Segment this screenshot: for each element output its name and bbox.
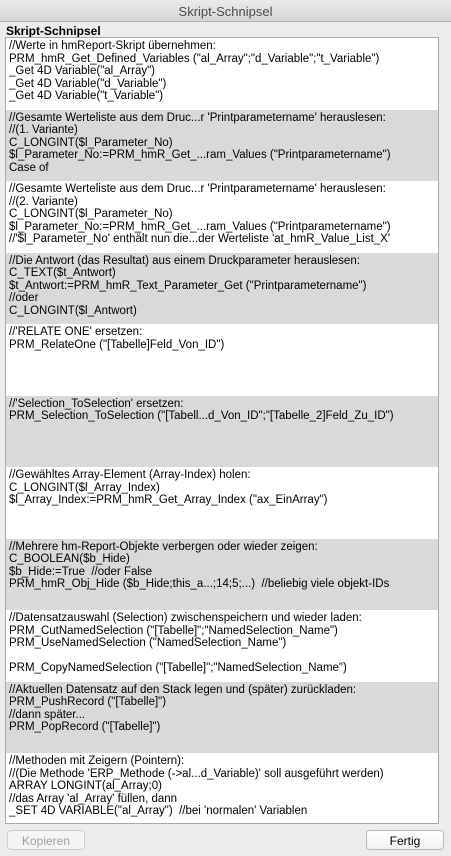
snippet-line (9, 734, 438, 747)
snippet-line (9, 376, 438, 389)
snippet-line: PRM_RelateOne ("[Tabelle]Feld_Von_ID") (9, 338, 225, 351)
snippet-line: Case of (9, 161, 49, 174)
snippet-line: //Die Antwort (das Resultat) aus einem D… (9, 254, 360, 267)
snippet-line: _Get 4D Variable("t_Variable") (9, 90, 164, 102)
snippet-row[interactable]: //Aktuellen Datensatz auf den Stack lege… (6, 681, 438, 753)
snippet-row[interactable]: //Gesamte Werteliste aus dem Druc...r 'P… (6, 181, 438, 253)
snippet-line: _Get 4D Variable("al_Array") (9, 65, 156, 77)
snippet-line (9, 423, 438, 436)
snippet-line: PRM_hmR_Get_Defined_Variables ("al_Array… (9, 52, 380, 65)
snippet-row[interactable]: //Gesamte Werteliste aus dem Druc...r 'P… (6, 109, 438, 181)
snippet-line: //Gewähltes Array-Element (Array-Index) … (9, 469, 251, 481)
snippet-line: $l_Array_Index:=PRM_hmR_Get_Array_Index … (9, 494, 328, 506)
snippet-line: C_TEXT($t_Antwort) (9, 267, 116, 279)
snippet-line: $b_Hide:=True //oder False (9, 565, 153, 578)
snippet-line: ARRAY LONGINT(al_Array;0) (9, 780, 162, 792)
snippet-line: PRM_PushRecord ("[Tabelle]") (9, 696, 167, 708)
snippet-line: //Gesamte Werteliste aus dem Druc...r 'P… (9, 183, 386, 195)
snippet-line: //dann später... (9, 708, 86, 721)
snippet-line: //das Array 'al_Array' füllen, dann (9, 792, 178, 805)
snippet-line: PRM_CopyNamedSelection ("[Tabelle]";"Nam… (9, 662, 347, 674)
snippet-line (9, 364, 438, 377)
scrollbar[interactable] (432, 38, 438, 823)
snippet-line: PRM_PopRecord ("[Tabelle]") (9, 721, 161, 733)
snippet-line (9, 507, 438, 520)
snippet-line: PRM_UseNamedSelection ("NamedSelection_N… (9, 637, 287, 649)
snippet-line: _Get 4D Variable("d_Variable") (9, 77, 167, 90)
snippet-line: //'Selection_ToSelection' ersetzen: (9, 397, 184, 410)
copy-button[interactable]: Kopieren (7, 830, 85, 850)
snippet-line: C_LONGINT($l_Parameter_No) (9, 136, 173, 149)
snippet-line: C_LONGINT($l_Parameter_No) (9, 208, 173, 220)
title-bar: Skript-Schnipsel (0, 0, 451, 22)
snippet-line: //(1. Variante) (9, 124, 78, 136)
snippet-line (9, 435, 438, 448)
snippet-line: //(2. Variante) (9, 195, 78, 208)
snippet-line (9, 351, 438, 364)
snippet-line: //'$l_Parameter_No' enthält nun die...de… (9, 233, 391, 245)
snippet-line: $l_Parameter_No:=PRM_hmR_Get_...ram_Valu… (9, 220, 391, 233)
snippet-line: //Werte in hmReport-Skript übernehmen: (9, 40, 216, 52)
snippet-line (9, 650, 438, 663)
snippet-line: C_LONGINT($l_Antwort) (9, 304, 137, 317)
snippet-line: //'RELATE ONE' ersetzen: (9, 326, 143, 338)
snippet-row[interactable]: //Die Antwort (das Resultat) aus einem D… (6, 252, 438, 324)
snippet-line (9, 591, 438, 604)
snippet-row[interactable]: //'RELATE ONE' ersetzen: PRM_RelateOne ("… (6, 324, 438, 396)
snippet-line: //Methoden mit Zeigern (Pointern): (9, 755, 185, 767)
snippet-line: //oder (9, 292, 39, 304)
snippet-row[interactable]: //Gewähltes Array-Element (Array-Index) … (6, 467, 438, 539)
done-button[interactable]: Fertig (366, 830, 444, 850)
snippet-line: C_LONGINT($l_Array_Index) (9, 481, 160, 494)
snippet-row[interactable]: //Mehrere hm-Report-Objekte verbergen od… (6, 538, 438, 610)
snippet-list[interactable]: //Werte in hmReport-Skript übernehmen: PR… (5, 37, 439, 824)
snippet-line: //Mehrere hm-Report-Objekte verbergen od… (9, 540, 318, 553)
snippet-line: //(Die Methode 'ERP_Methode (->al...d_Va… (9, 767, 384, 780)
snippet-line: $l_Parameter_No:=PRM_hmR_Get_...ram_Valu… (9, 149, 391, 161)
list-heading: Skript-Schnipsel (6, 24, 101, 38)
snippet-row[interactable]: //Datensatzauswahl (Selection) zwischens… (6, 610, 438, 682)
snippet-line: $t_Antwort:=PRM_hmR_Text_Parameter_Get (… (9, 279, 367, 292)
snippet-line: PRM_CutNamedSelection ("[Tabelle]";"Name… (9, 624, 338, 637)
snippet-line: //Aktuellen Datensatz auf den Stack lege… (9, 683, 357, 696)
snippet-line: PRM_hmR_Obj_Hide ($b_Hide;this_a...;14;5… (9, 578, 390, 590)
snippet-line: //Gesamte Werteliste aus dem Druc...r 'P… (9, 111, 386, 124)
snippet-row[interactable]: //'Selection_ToSelection' ersetzen: PRM_S… (6, 395, 438, 467)
snippet-line: C_BOOLEAN($b_Hide) (9, 553, 130, 565)
snippet-line (9, 519, 438, 532)
snippet-line (9, 448, 438, 461)
snippet-row[interactable]: //Methoden mit Zeigern (Pointern)://(Die… (6, 753, 438, 823)
snippet-line: //Datensatzauswahl (Selection) zwischens… (9, 612, 362, 624)
window-title: Skript-Schnipsel (178, 4, 273, 19)
snippet-row[interactable]: //Werte in hmReport-Skript übernehmen: PR… (6, 38, 438, 110)
snippet-line: PRM_Selection_ToSelection ("[Tabell...d_… (9, 410, 394, 422)
snippet-line: _SET 4D VARIABLE("al_Array") //bei 'norm… (9, 805, 308, 817)
